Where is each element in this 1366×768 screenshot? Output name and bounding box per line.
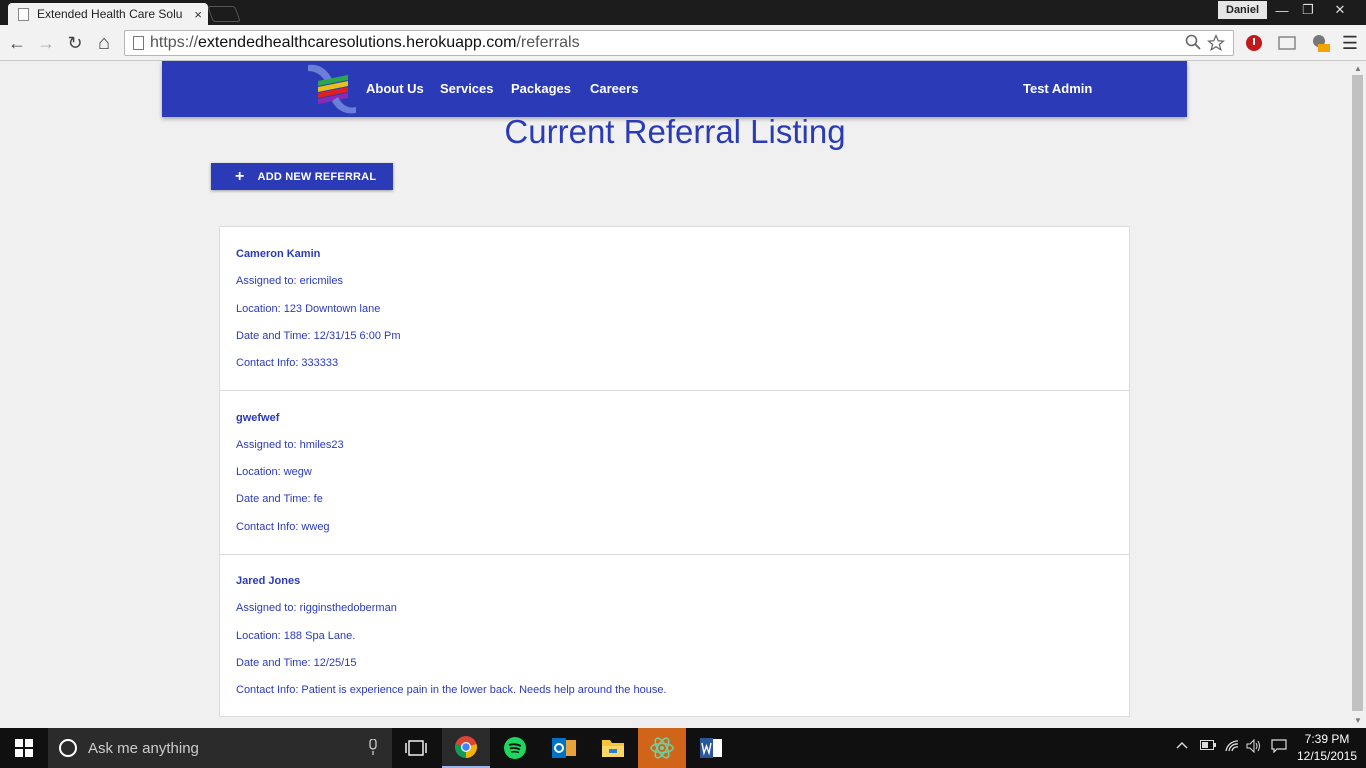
windows-taskbar: Ask me anything 7:39 PM 12/15/2015 <box>0 728 1366 768</box>
referral-list: Cameron Kamin Assigned to: ericmiles Loc… <box>219 226 1130 717</box>
referral-assigned: Assigned to: ericmiles <box>236 275 343 287</box>
tab-title: Extended Health Care Solu <box>37 7 183 21</box>
back-button[interactable]: ← <box>5 31 29 55</box>
plus-icon: + <box>235 167 245 185</box>
task-view-icon[interactable] <box>392 728 440 768</box>
cortana-icon <box>59 739 77 757</box>
referral-location: Location: 188 Spa Lane. <box>236 630 356 642</box>
spotify-icon[interactable] <box>491 728 539 768</box>
referral-contact: Contact Info: wweg <box>236 521 330 533</box>
add-new-referral-button[interactable]: + ADD NEW REFERRAL <box>211 163 393 190</box>
referral-name: gwefwef <box>236 412 280 424</box>
site-logo[interactable] <box>302 61 362 117</box>
new-tab-button[interactable] <box>207 6 241 22</box>
outlook-icon[interactable] <box>540 728 588 768</box>
referral-card[interactable]: Cameron Kamin Assigned to: ericmiles Loc… <box>220 227 1129 391</box>
chrome-icon[interactable] <box>442 728 490 768</box>
cortana-search-box[interactable]: Ask me anything <box>48 728 392 768</box>
referral-assigned: Assigned to: hmiles23 <box>236 439 344 451</box>
scroll-up-arrow-icon[interactable]: ▲ <box>1354 64 1362 73</box>
browser-toolbar: ← → ↻ ⌂ https://extendedhealthcaresoluti… <box>0 25 1366 61</box>
referral-location: Location: wegw <box>236 466 312 478</box>
close-window-button[interactable]: ✕ <box>1326 0 1354 20</box>
browser-user-badge[interactable]: Daniel <box>1218 1 1268 19</box>
address-bar[interactable]: https://extendedhealthcaresolutions.hero… <box>124 30 1234 56</box>
bookmark-star-icon[interactable] <box>1206 33 1226 57</box>
action-center-icon[interactable] <box>1271 739 1287 756</box>
nav-link-careers[interactable]: Careers <box>590 81 638 96</box>
cast-icon[interactable] <box>1277 33 1297 53</box>
scroll-down-arrow-icon[interactable]: ▼ <box>1354 716 1362 725</box>
nav-link-about-us[interactable]: About Us <box>366 81 424 96</box>
search-placeholder: Ask me anything <box>88 739 199 757</box>
home-button[interactable]: ⌂ <box>92 31 116 55</box>
battery-icon[interactable] <box>1200 739 1216 753</box>
referral-contact: Contact Info: Patient is experience pain… <box>236 684 667 696</box>
referral-card[interactable]: gwefwef Assigned to: hmiles23 Location: … <box>220 391 1129 555</box>
referral-card[interactable]: Jared Jones Assigned to: rigginsthedober… <box>220 554 1129 718</box>
referral-name: Cameron Kamin <box>236 248 321 260</box>
referral-datetime: Date and Time: 12/25/15 <box>236 657 357 669</box>
wifi-icon[interactable] <box>1224 739 1240 756</box>
taskbar-clock[interactable]: 7:39 PM 12/15/2015 <box>1296 731 1358 765</box>
windows-logo-icon <box>15 739 33 757</box>
start-button[interactable] <box>0 728 48 768</box>
word-icon[interactable] <box>687 728 735 768</box>
add-new-referral-label: ADD NEW REFERRAL <box>257 170 377 183</box>
clock-time: 7:39 PM <box>1304 732 1350 746</box>
referral-contact: Contact Info: 333333 <box>236 357 339 369</box>
browser-tab[interactable]: Extended Health Care Solu × <box>8 3 208 25</box>
referral-assigned: Assigned to: rigginsthedoberman <box>236 602 397 614</box>
page-scrollbar[interactable]: ▲ ▼ <box>1350 61 1366 728</box>
nav-link-services[interactable]: Services <box>440 81 494 96</box>
chrome-menu-icon[interactable]: ☰ <box>1340 33 1360 53</box>
nav-link-packages[interactable]: Packages <box>511 81 571 96</box>
tab-close-icon[interactable]: × <box>194 7 202 22</box>
file-explorer-icon[interactable] <box>589 728 637 768</box>
nav-user-test-admin[interactable]: Test Admin <box>1023 81 1092 96</box>
page-title: Current Referral Listing <box>504 113 846 150</box>
extension-off-icon[interactable] <box>1310 33 1330 53</box>
referral-location: Location: 123 Downtown lane <box>236 303 381 315</box>
restore-button[interactable]: ❐ <box>1294 0 1322 20</box>
page-icon <box>133 36 144 50</box>
document-icon <box>18 7 29 21</box>
tray-chevron-icon[interactable] <box>1176 739 1188 753</box>
referral-name: Jared Jones <box>236 575 301 587</box>
reload-button[interactable]: ↻ <box>63 31 87 55</box>
atom-icon[interactable] <box>638 728 686 768</box>
url-text: https://extendedhealthcaresolutions.hero… <box>150 34 580 51</box>
referral-datetime: Date and Time: 12/31/15 6:00 Pm <box>236 330 401 342</box>
clock-date: 12/15/2015 <box>1296 749 1358 763</box>
search-icon[interactable] <box>1185 34 1201 57</box>
browser-titlebar: Extended Health Care Solu × Daniel — ❐ ✕ <box>0 0 1366 25</box>
scrollbar-thumb[interactable] <box>1352 75 1363 711</box>
microphone-icon[interactable] <box>368 737 378 758</box>
minimize-button[interactable]: — <box>1268 0 1296 20</box>
site-navbar: About Us Services Packages Careers Test … <box>162 61 1187 117</box>
referral-datetime: Date and Time: fe <box>236 493 323 505</box>
volume-icon[interactable] <box>1246 738 1262 756</box>
forward-button[interactable]: → <box>34 31 58 55</box>
ublock-extension-icon[interactable] <box>1244 33 1264 53</box>
page-viewport: About Us Services Packages Careers Test … <box>0 61 1350 728</box>
